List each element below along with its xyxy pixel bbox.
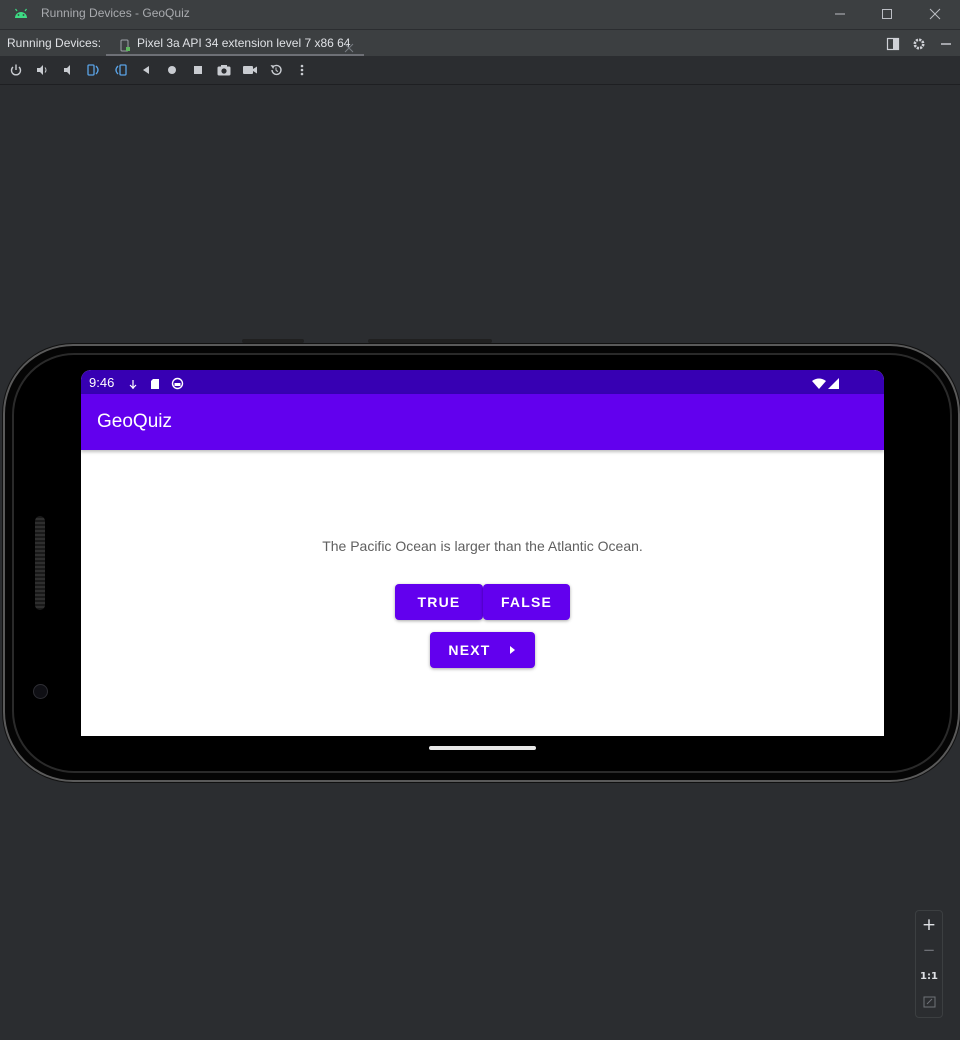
zoom-in-button[interactable]: + (916, 913, 942, 937)
sd-card-icon (150, 375, 160, 394)
zoom-out-button[interactable]: − (916, 938, 942, 962)
window-title-bar: Running Devices - GeoQuiz (0, 0, 960, 29)
maximize-button[interactable] (864, 0, 910, 29)
reset-icon[interactable] (267, 61, 285, 79)
power-icon[interactable] (7, 61, 25, 79)
gesture-nav-handle[interactable] (429, 746, 536, 750)
fit-screen-icon (923, 993, 936, 1012)
rotate-right-icon[interactable] (111, 61, 129, 79)
split-view-icon[interactable] (886, 36, 900, 55)
more-icon[interactable] (293, 61, 311, 79)
running-devices-label: Running Devices: (7, 36, 102, 50)
arrow-right-icon (509, 645, 517, 655)
android-status-bar: 9:46 (81, 370, 884, 394)
maximize-icon (881, 5, 893, 24)
phone-speaker-grille (35, 516, 45, 610)
minimize-button[interactable] (817, 0, 863, 29)
volume-up-icon[interactable] (33, 61, 51, 79)
phone-volume-button (368, 339, 492, 343)
android-icon (12, 6, 30, 22)
status-time: 9:46 (89, 375, 115, 390)
phone-side-button (242, 339, 304, 343)
wifi-icon (812, 375, 826, 394)
record-icon[interactable] (241, 61, 259, 79)
next-button-label: NEXT (448, 642, 491, 658)
true-button[interactable]: TRUE (395, 584, 483, 620)
app-title: GeoQuiz (97, 411, 172, 432)
front-camera-icon (33, 684, 48, 699)
close-icon (929, 5, 941, 24)
rotate-left-icon[interactable] (85, 61, 103, 79)
home-icon[interactable] (163, 61, 181, 79)
tab-device-label: Pixel 3a API 34 extension level 7 x86 64 (137, 36, 351, 50)
question-text: The Pacific Ocean is larger than the Atl… (322, 538, 643, 554)
overview-icon[interactable] (189, 61, 207, 79)
minimize-icon (834, 5, 846, 24)
volume-down-icon[interactable] (59, 61, 77, 79)
fit-screen-button[interactable] (916, 990, 942, 1014)
window-title: Running Devices - GeoQuiz (41, 6, 190, 20)
gear-icon[interactable] (912, 36, 926, 55)
running-devices-tab-bar: Running Devices: Pixel 3a API 34 extensi… (0, 29, 960, 57)
back-icon[interactable] (137, 61, 155, 79)
usb-debug-icon (128, 376, 138, 395)
device-screen[interactable]: 9:46 GeoQuiz The Pacific Ocean is larger… (81, 370, 884, 736)
tab-device[interactable]: Pixel 3a API 34 extension level 7 x86 64 (106, 30, 364, 57)
app-bar: GeoQuiz (81, 394, 884, 450)
camera-icon[interactable] (215, 61, 233, 79)
false-button[interactable]: FALSE (483, 584, 570, 620)
device-toolbar (0, 56, 960, 85)
zoom-controls: + − 1:1 (915, 910, 943, 1018)
app-notification-icon (171, 375, 184, 394)
actual-size-button[interactable]: 1:1 (916, 964, 942, 988)
hide-icon[interactable] (939, 36, 953, 55)
next-button[interactable]: NEXT (430, 632, 535, 668)
close-window-button[interactable] (912, 0, 958, 29)
cell-signal-icon (828, 375, 840, 394)
